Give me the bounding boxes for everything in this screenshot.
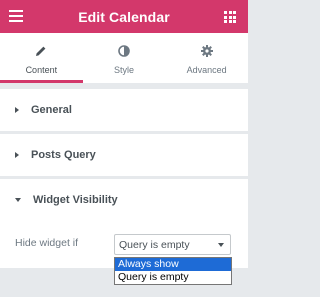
caret-right-icon (15, 107, 19, 113)
dropdown-option-query-is-empty[interactable]: Query is empty (115, 271, 231, 284)
section-widget-visibility: Widget Visibility (0, 179, 248, 221)
tab-advanced-label: Advanced (186, 65, 227, 75)
tab-advanced[interactable]: Advanced (165, 33, 248, 83)
apps-grid-icon[interactable] (224, 11, 236, 23)
panel-title: Edit Calendar (78, 8, 170, 25)
panel-header: Edit Calendar (0, 0, 248, 33)
section-widget-visibility-label: Widget Visibility (33, 194, 118, 206)
hide-widget-select[interactable]: Query is empty (114, 234, 231, 255)
hamburger-menu-icon[interactable] (9, 10, 23, 22)
hide-widget-dropdown: Always show Query is empty (114, 257, 232, 285)
section-posts-query-toggle[interactable]: Posts Query (0, 134, 248, 176)
section-posts-query: Posts Query (0, 134, 248, 176)
pencil-icon (35, 43, 47, 59)
gear-icon (200, 43, 213, 59)
section-general: General (0, 89, 248, 131)
section-widget-visibility-toggle[interactable]: Widget Visibility (0, 179, 248, 221)
section-general-label: General (31, 104, 72, 116)
tab-style[interactable]: Style (83, 33, 166, 83)
hide-widget-select-value: Query is empty (119, 238, 190, 251)
caret-down-icon (15, 198, 21, 202)
hide-widget-label: Hide widget if (15, 237, 79, 249)
tab-content[interactable]: Content (0, 33, 83, 83)
section-general-toggle[interactable]: General (0, 89, 248, 131)
contrast-icon (118, 43, 130, 59)
section-posts-query-label: Posts Query (31, 149, 96, 161)
chevron-down-icon (218, 243, 224, 247)
tab-style-label: Style (114, 65, 135, 75)
tab-content-label: Content (25, 65, 58, 75)
panel-tabs: Content Style Advanced (0, 33, 248, 83)
dropdown-option-always-show[interactable]: Always show (115, 258, 231, 271)
caret-right-icon (15, 152, 19, 158)
